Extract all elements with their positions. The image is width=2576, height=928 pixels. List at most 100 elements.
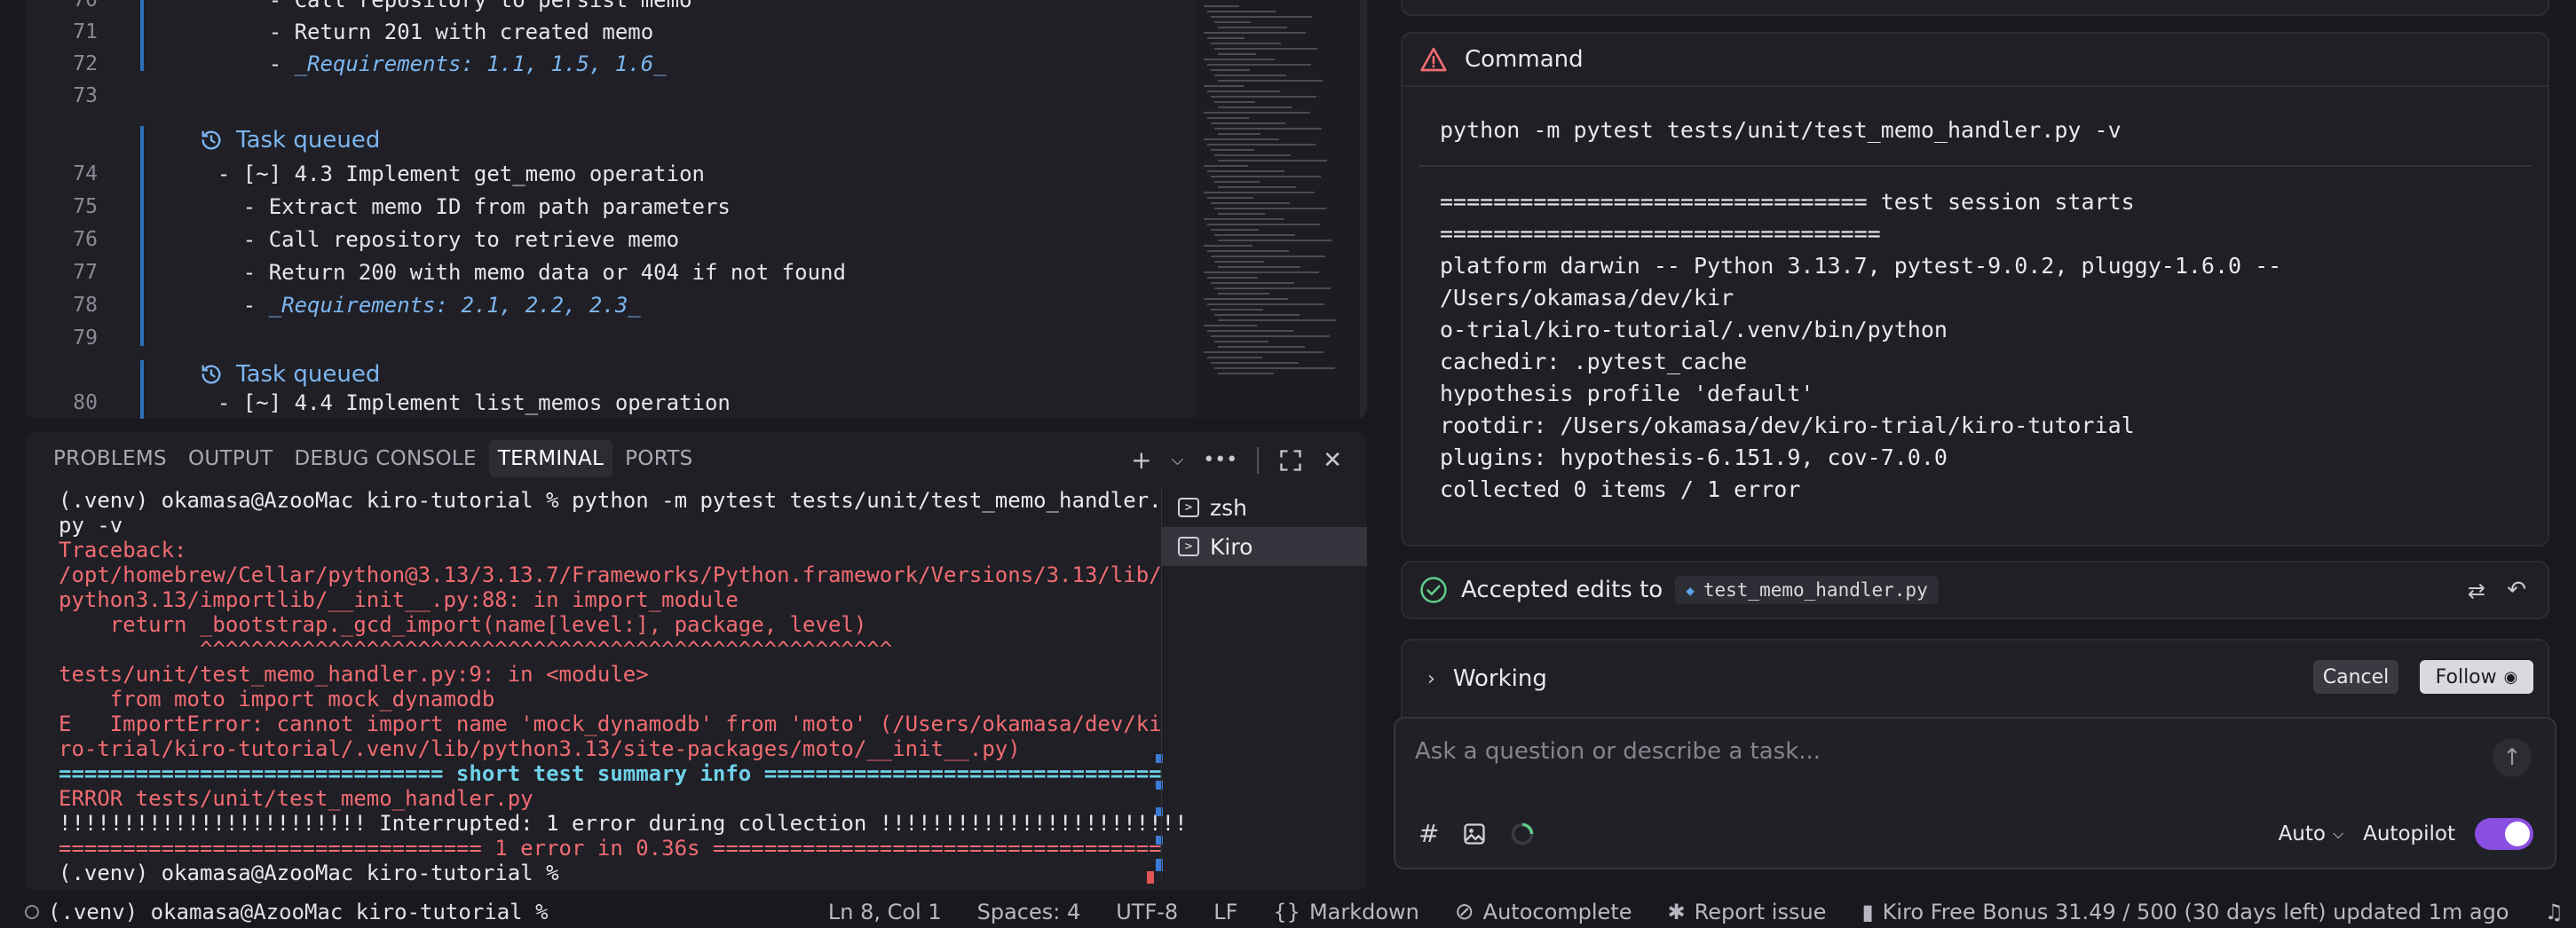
image-icon[interactable] (1462, 822, 1487, 846)
editor-scrollbar[interactable] (1360, 0, 1367, 419)
working-card: › Working Cancel Follow ◉ (1401, 639, 2549, 717)
report-issue[interactable]: ✱ Report issue (1668, 900, 1827, 924)
minimap-line (1214, 234, 1295, 236)
file-chip[interactable]: ◆ test_memo_handler.py (1675, 576, 1939, 604)
diff-icon[interactable]: ⇄ (2468, 578, 2485, 603)
minimap[interactable] (1195, 0, 1367, 419)
terminal-item-zsh[interactable]: > zsh (1162, 488, 1367, 527)
minimap-line (1204, 298, 1288, 300)
code-segment: - Call repository to retrieve memo (192, 227, 680, 252)
requirements-ref: _Requirements: 2.1, 2.2, 2.3_ (268, 293, 641, 318)
loading-spinner-icon (1512, 822, 1534, 845)
minimap-line (1211, 309, 1263, 311)
code-text: - Call repository to retrieve memo (192, 224, 679, 256)
code-line: 70 (25, 0, 98, 16)
minimap-line (1218, 319, 1336, 321)
command-output: ================================ test se… (1440, 186, 2281, 506)
command-header: Command (1403, 34, 2548, 87)
send-button[interactable]: ↑ (2493, 738, 2532, 777)
terminal-prompt-preview: (.venv) okamasa@AzooMac kiro-tutorial % (48, 900, 549, 924)
cursor-position[interactable]: Ln 8, Col 1 (828, 900, 942, 924)
chevron-down-icon[interactable]: ⌵ (1172, 451, 1184, 469)
command-card: Command python -m pytest tests/unit/test… (1401, 32, 2549, 547)
minimap-line (1211, 16, 1312, 18)
terminal-output[interactable]: (.venv) okamasa@AzooMac kiro-tutorial % … (59, 488, 1188, 885)
mode-selector[interactable]: Auto ⌵ (2279, 822, 2344, 845)
line-number: 72 (73, 52, 98, 75)
codelens-label: Task queued (236, 361, 381, 388)
minimap-line (1218, 346, 1305, 348)
indentation[interactable]: Spaces: 4 (977, 900, 1081, 924)
minimap-line (1211, 362, 1299, 364)
task-queued-codelens[interactable]: Task queued (199, 124, 380, 156)
encoding[interactable]: UTF-8 (1116, 900, 1178, 924)
codelens-label: Task queued (236, 127, 381, 153)
chat-input[interactable] (1415, 738, 2445, 765)
minimap-line (1218, 27, 1287, 28)
autocomplete-status[interactable]: ⊘ Autocomplete (1455, 899, 1632, 925)
terminal-line: (.venv) okamasa@AzooMac kiro-tutorial % … (59, 488, 1162, 513)
tab-ports[interactable]: PORTS (616, 440, 701, 477)
command-title: Command (1465, 46, 1584, 73)
minimap-line (1211, 96, 1316, 98)
minimap-line (1207, 117, 1249, 119)
minimap-line (1218, 106, 1292, 108)
code-text: - _Requirements: 2.1, 2.2, 2.3_ (192, 289, 641, 321)
line-number: 73 (73, 84, 98, 107)
minimap-line (1211, 256, 1325, 257)
tab-output[interactable]: OUTPUT (179, 440, 282, 477)
code-line: 80 (25, 387, 98, 419)
code-segment: - Return 200 with memo data or 404 if no… (192, 260, 846, 285)
minimap-line (1204, 138, 1279, 140)
chevron-right-icon[interactable]: › (1427, 668, 1435, 690)
code-line: 72 (25, 48, 98, 80)
output-line: rootdir: /Users/okamasa/dev/kiro-trial/k… (1440, 413, 2135, 438)
minimap-line (1211, 43, 1281, 44)
previous-card (1401, 0, 2549, 16)
accepted-edits-card: Accepted edits to ◆ test_memo_handler.py… (1401, 561, 2549, 619)
spec-block-bar (140, 126, 144, 346)
hash-icon[interactable]: # (1418, 819, 1439, 848)
minimap-line (1207, 144, 1316, 145)
language-mode[interactable]: {} Markdown (1273, 900, 1418, 924)
task-queued-codelens[interactable]: Task queued (199, 358, 380, 390)
usage-status[interactable]: ▮ Kiro Free Bonus 31.49 / 500 (30 days l… (1861, 900, 2509, 924)
line-ending[interactable]: LF (1213, 900, 1237, 924)
cancel-button[interactable]: Cancel (2313, 660, 2398, 694)
line-number: 76 (73, 228, 98, 251)
code-line: 74 (25, 158, 98, 190)
minimap-line (1218, 213, 1265, 215)
editor-pane[interactable]: 70 - Call repository to persist memo 71 -… (25, 0, 1367, 419)
tab-problems[interactable]: PROBLEMS (44, 440, 176, 477)
input-toolbar: # (1418, 819, 1535, 848)
maximize-icon[interactable] (1278, 448, 1303, 473)
python-file-icon: ◆ (1686, 581, 1695, 599)
minimap-line (1211, 335, 1330, 337)
code-text: - Return 201 with created memo (192, 16, 653, 48)
code-line: 77 (25, 256, 98, 288)
follow-button[interactable]: Follow ◉ (2420, 660, 2533, 694)
code-line: 78 (25, 289, 98, 321)
language-label: Markdown (1308, 900, 1419, 924)
follow-label: Follow (2435, 665, 2497, 688)
tab-terminal[interactable]: TERMINAL (488, 440, 613, 477)
spec-block-bar (140, 360, 144, 419)
new-terminal-icon[interactable]: + (1131, 445, 1151, 475)
minimap-line (1204, 218, 1284, 220)
more-icon[interactable]: ••• (1203, 449, 1237, 471)
terminal-line: (.venv) okamasa@AzooMac kiro-tutorial % (59, 861, 559, 885)
terminal-item-kiro[interactable]: > Kiro (1162, 527, 1367, 566)
terminal-line: /opt/homebrew/Cellar/python@3.13/3.13.7/… (59, 562, 1162, 587)
disabled-icon: ⊘ (1454, 899, 1474, 925)
minimap-line (1204, 325, 1257, 326)
input-options: Auto ⌵ Autopilot (2279, 818, 2533, 850)
bell-icon[interactable]: ♫ (2544, 900, 2564, 924)
output-line: hypothesis profile 'default' (1440, 381, 1814, 406)
code-line: 76 (25, 224, 98, 256)
terminal-line: tests/unit/test_memo_handler.py:9: in <m… (59, 662, 649, 687)
autopilot-toggle[interactable] (2475, 818, 2533, 850)
close-icon[interactable]: ✕ (1323, 447, 1342, 474)
terminal-name: zsh (1210, 494, 1247, 521)
tab-debug-console[interactable]: DEBUG CONSOLE (285, 440, 485, 477)
undo-icon[interactable]: ↶ (2507, 577, 2526, 603)
